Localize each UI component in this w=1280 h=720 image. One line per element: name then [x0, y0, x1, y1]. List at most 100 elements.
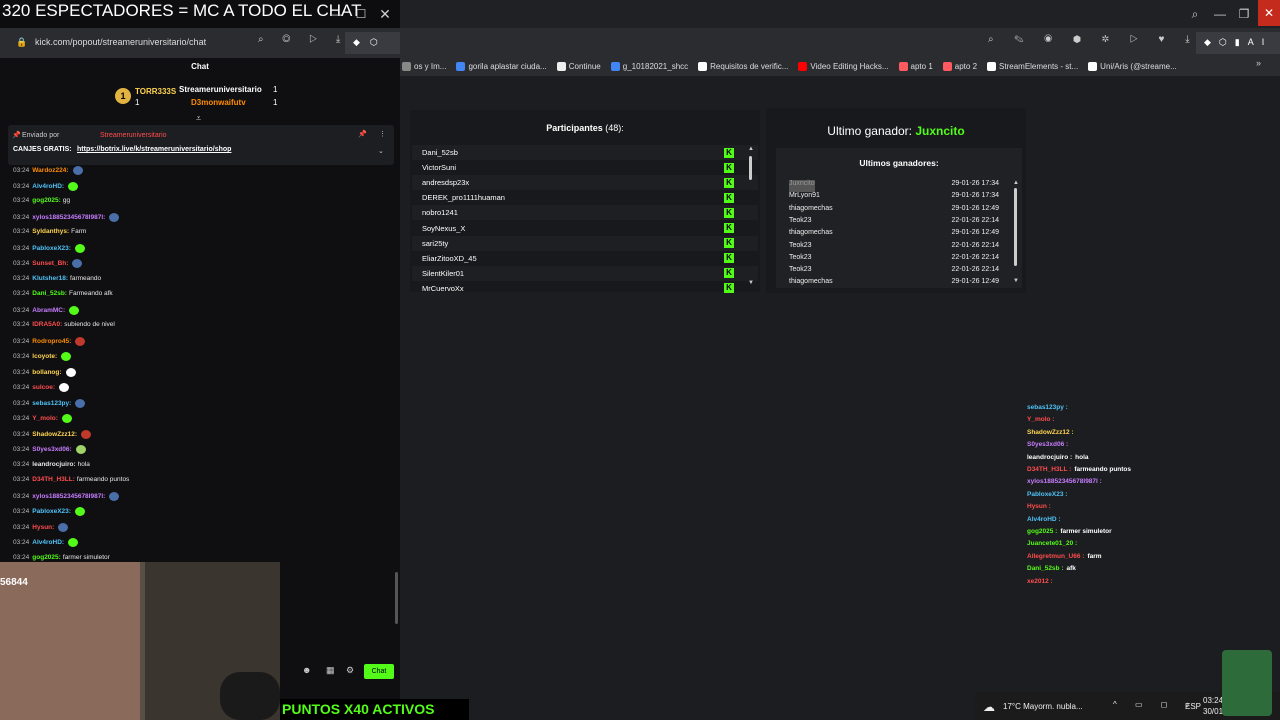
chat-message[interactable]: 03:24 PabloxeX23:: [13, 507, 85, 516]
close-icon[interactable]: ✕: [373, 0, 397, 28]
scroll-up-icon[interactable]: ▲: [748, 146, 754, 152]
scroll-thumb[interactable]: [1014, 188, 1017, 266]
emoji-icon[interactable]: ☻: [302, 665, 311, 675]
chat-message[interactable]: 03:24 leandrocjuiro: hola: [13, 461, 90, 468]
message-username[interactable]: Sunset_Bh:: [32, 260, 68, 267]
participant-row[interactable]: EliarZitooXD_45: [412, 251, 758, 266]
message-username[interactable]: Rodropro45:: [32, 338, 71, 345]
chat-message[interactable]: 03:24 AbramMC:: [13, 305, 80, 315]
chat-message[interactable]: 03:24 Dani_52sb: Farmeando afk: [13, 290, 113, 297]
settings-icon[interactable]: ⚙: [346, 665, 354, 676]
message-username[interactable]: Wardoz224:: [32, 167, 68, 174]
scroll-down-icon[interactable]: ▼: [748, 280, 754, 286]
participants-scrollbar[interactable]: ▲ ▼: [748, 146, 754, 290]
participant-row[interactable]: DEREK_pro1111huaman: [412, 190, 758, 205]
chat-message[interactable]: 03:24 ShadowZzz12:: [13, 429, 92, 439]
chat-message[interactable]: 03:24 Alv4roHD:: [13, 181, 79, 191]
chat-message[interactable]: 03:24 xylos18852345678l987l:: [13, 491, 120, 501]
chat-message[interactable]: 03:24 Wardoz224:: [13, 166, 83, 175]
maximize-icon[interactable]: ☐: [349, 0, 373, 28]
expand-icon[interactable]: ⌄: [378, 147, 384, 155]
scroll-down-icon[interactable]: ▼: [1013, 278, 1019, 284]
chat-message[interactable]: 03:24 Rodropro45:: [13, 336, 86, 346]
minimize-icon[interactable]: —: [324, 0, 348, 28]
message-username[interactable]: xylos18852345678l987l:: [32, 493, 105, 500]
message-username[interactable]: D34TH_H3LL:: [32, 476, 75, 483]
weather-text[interactable]: 17°C Mayorm. nubla...: [1003, 702, 1083, 711]
bookmark-item[interactable]: StreamElements - st...: [987, 61, 1078, 71]
bookmark-item[interactable]: Requisitos de verific...: [698, 61, 788, 71]
message-username[interactable]: bollanog:: [32, 369, 61, 376]
message-username[interactable]: lcoyote:: [32, 353, 57, 360]
bookmark-item[interactable]: Video Editing Hacks...: [798, 61, 889, 71]
participant-row[interactable]: nobro1241: [412, 205, 758, 221]
message-username[interactable]: S0yes3xd06:: [32, 446, 71, 453]
message-username[interactable]: Y_molo:: [32, 415, 58, 422]
chat-message[interactable]: 03:24 sulcoe:: [13, 383, 70, 392]
message-username[interactable]: sebas123py:: [32, 400, 71, 407]
bookmark-item[interactable]: Continue: [556, 61, 601, 71]
bookmark-item[interactable]: Uni/Aris (@streame...: [1088, 61, 1177, 71]
message-username[interactable]: IDRA5A0:: [32, 321, 62, 328]
chat-send-button[interactable]: Chat: [364, 664, 394, 679]
chat-scrollbar[interactable]: [395, 572, 398, 624]
message-username[interactable]: AbramMC:: [32, 307, 65, 314]
participant-row[interactable]: SilentKiler01: [412, 265, 758, 281]
chat-message[interactable]: 03:24 bollanog:: [13, 367, 76, 377]
chat-message[interactable]: 03:24 IDRA5A0: subiendo de nivel: [13, 321, 115, 328]
extension-icons-right[interactable]: ◆⬡▮AI: [1196, 32, 1280, 54]
message-username[interactable]: gog2025:: [32, 554, 61, 561]
chat-message[interactable]: 03:24 PabloxeX23:: [13, 243, 85, 253]
search-icon[interactable]: ⌕: [1183, 0, 1207, 28]
chat-message[interactable]: 03:24 Sunset_Bh:: [13, 259, 83, 268]
message-username[interactable]: PabloxeX23:: [32, 245, 71, 252]
bookmark-item[interactable]: apto 2: [942, 61, 977, 71]
winners-scrollbar[interactable]: ▲ ▼: [1013, 180, 1019, 288]
participant-row[interactable]: VictorSuni: [412, 160, 758, 175]
clock-time[interactable]: 03:24: [1203, 696, 1223, 705]
store-icon[interactable]: ▦: [326, 665, 335, 676]
message-username[interactable]: leandrocjuiro:: [32, 461, 75, 468]
popup-url[interactable]: kick.com/popout/streameruniversitario/ch…: [35, 37, 206, 47]
message-username[interactable]: sulcoe:: [32, 384, 55, 391]
chat-message[interactable]: 03:24 D34TH_H3LL: farmeando puntos: [13, 476, 129, 483]
scroll-up-icon[interactable]: ▲: [1013, 180, 1019, 186]
chat-message[interactable]: 03:24 S0yes3xd06:: [13, 445, 86, 454]
message-username[interactable]: Alv4roHD:: [32, 539, 64, 546]
bookmark-item[interactable]: os y Im...: [402, 61, 446, 71]
message-username[interactable]: Alv4roHD:: [32, 183, 64, 190]
chat-message[interactable]: 03:24 gog2025: gg: [13, 197, 70, 204]
participant-row[interactable]: Dani_52sb: [412, 145, 758, 160]
chevron-right-icon[interactable]: »: [1256, 58, 1261, 68]
language-indicator[interactable]: ESP: [1185, 702, 1201, 711]
participant-row[interactable]: andresdsp23x: [412, 175, 758, 191]
chevron-down-icon[interactable]: ⩡: [196, 113, 201, 124]
chat-message[interactable]: 03:24 Alv4roHD:: [13, 538, 79, 547]
close-window-icon[interactable]: ✕: [1258, 0, 1280, 26]
more-icon[interactable]: ⋮: [379, 130, 386, 138]
chat-message[interactable]: 03:24 Hysun:: [13, 522, 69, 532]
bookmark-item[interactable]: apto 1: [898, 61, 933, 71]
extension-icons[interactable]: ◆⬡: [345, 32, 400, 54]
participant-row[interactable]: SoyNexus_X: [412, 221, 758, 236]
bookmark-item[interactable]: g_10182021_shcc: [610, 61, 688, 71]
message-username[interactable]: xylos18852345678l987l:: [32, 214, 105, 221]
message-username[interactable]: Dani_52sb:: [32, 290, 67, 297]
restore-icon[interactable]: ❐: [1232, 0, 1256, 28]
chat-message[interactable]: 03:24 Y_molo:: [13, 414, 72, 423]
participant-row[interactable]: MrCuervoXx: [412, 281, 758, 296]
participant-row[interactable]: sari25ty: [412, 235, 758, 251]
chat-message[interactable]: 03:24 Klutsher18: farmeando: [13, 275, 101, 282]
scroll-thumb[interactable]: [749, 156, 752, 180]
chat-message[interactable]: 03:24 gog2025: farmer simuletor: [13, 554, 110, 561]
unpin-icon[interactable]: 📌: [358, 130, 367, 138]
chat-message[interactable]: 03:24 xylos18852345678l987l:: [13, 212, 120, 222]
message-username[interactable]: Syldanthys:: [32, 228, 69, 235]
chat-message[interactable]: 03:24 Syldanthys: Farm: [13, 228, 86, 235]
message-username[interactable]: PabloxeX23:: [32, 508, 71, 515]
pinned-link[interactable]: https://botrix.live/k/streameruniversita…: [77, 146, 231, 153]
popup-toolbar-icons[interactable]: ⌕ ◎ ▷ ⤓: [258, 34, 348, 45]
message-username[interactable]: Hysun:: [32, 524, 54, 531]
message-username[interactable]: ShadowZzz12:: [32, 431, 77, 438]
minimize-icon[interactable]: —: [1208, 0, 1232, 28]
